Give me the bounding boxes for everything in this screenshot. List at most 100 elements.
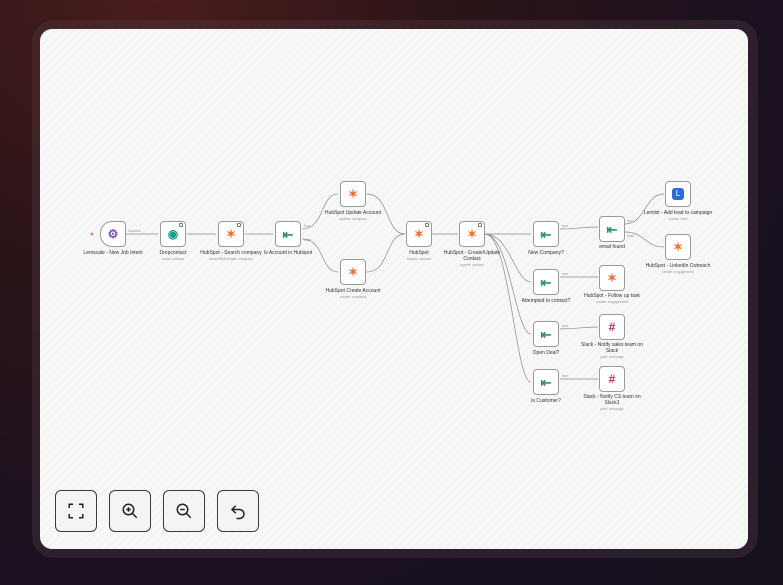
node-hubspot-update-account-title: HubSpot Update Account (324, 210, 382, 216)
node-open-deal[interactable]: ⇤ (533, 321, 559, 347)
filter-icon: ⇤ (282, 226, 294, 242)
node-slack-cs-label: Slack - Notify CS team on Slack1 post: m… (577, 394, 647, 411)
edge-label-true-6: true (562, 374, 568, 378)
edge-label-success: success (128, 229, 141, 233)
node-hubspot-upsert-contact-label: HubSpot - Create/Update Contact upsert: … (437, 250, 507, 267)
node-new-company[interactable]: ⇤ (533, 221, 559, 247)
node-hubspot-update-account-sub: update: company (339, 217, 367, 221)
node-hubspot-search[interactable]: ✶ (218, 221, 244, 247)
node-dropcontact-title: Dropcontact (159, 250, 187, 256)
node-lemlist-label: Lemlist - Add lead to campaign create: l… (643, 210, 713, 221)
hubspot-icon: ✶ (466, 227, 478, 241)
slack-icon: # (608, 372, 616, 386)
node-slack-sales-title: Slack - Notify sales team on Slack (581, 342, 643, 354)
lemscale-icon: ⚙ (107, 227, 119, 241)
edge-label-true-3: true (627, 219, 633, 223)
filter-icon: ⇤ (540, 326, 552, 342)
edge-label-true-5: true (562, 324, 568, 328)
dropcontact-icon: ◉ (167, 227, 179, 241)
zoom-out-button[interactable] (163, 490, 205, 532)
edge-label-false: false (304, 238, 311, 242)
node-open-deal-title: Open Deal? (532, 350, 560, 356)
node-settings-badge (237, 223, 241, 227)
node-hubspot-follow-up[interactable]: ✶ (599, 265, 625, 291)
node-hubspot-follow-up-label: HubSpot - Follow up task create: engagem… (577, 293, 647, 304)
node-hubspot-linkedin-sub: create: engagement (662, 270, 694, 274)
filter-icon: ⇤ (540, 226, 552, 242)
hubspot-icon: ✶ (225, 227, 237, 241)
node-attempted[interactable]: ⇤ (533, 269, 559, 295)
node-email-found-title: email found (599, 244, 625, 250)
node-lemlist-title: Lemlist - Add lead to campaign (643, 210, 713, 216)
node-open-deal-label: Open Deal? (511, 350, 581, 356)
node-attempted-label: Attempted to contact? (511, 298, 581, 304)
node-slack-sales-sub: post: message (600, 355, 624, 359)
node-hubspot-linkedin-label: HubSpot - LinkedIn Outreach create: enga… (643, 263, 713, 274)
undo-icon (230, 505, 245, 520)
node-hubspot-search-contact[interactable]: ✶ (406, 221, 432, 247)
node-lemscale[interactable]: ⚙ (100, 221, 126, 247)
node-email-found-label: email found (577, 244, 647, 250)
node-is-account[interactable]: ⇤ (275, 221, 301, 247)
filter-icon: ⇤ (606, 221, 618, 237)
zoom-out-icon (176, 503, 192, 519)
node-attempted-title: Attempted to contact? (521, 298, 571, 304)
node-hubspot-upsert-contact-title: HubSpot - Create/Update Contact (443, 250, 501, 262)
node-lemscale-title: Lemscale - New Job Intent (83, 250, 143, 256)
node-hubspot-create-account-label: HubSpot Create Account create: company (318, 288, 388, 299)
node-lemlist-sub: create: lead (668, 217, 688, 221)
node-hubspot-upsert-contact-sub: upsert: contact (460, 263, 484, 267)
fit-view-button[interactable] (55, 490, 97, 532)
node-is-customer-title: Is Customer? (531, 398, 561, 404)
node-new-company-title: New Company? (528, 250, 564, 256)
node-is-customer[interactable]: ⇤ (533, 369, 559, 395)
node-hubspot-search-contact-title: HubSpot (409, 250, 429, 256)
node-slack-sales[interactable]: # (599, 314, 625, 340)
node-hubspot-create-account[interactable]: ✶ (340, 259, 366, 285)
filter-icon: ⇤ (540, 274, 552, 290)
zoom-in-button[interactable] (109, 490, 151, 532)
node-hubspot-update-account[interactable]: ✶ (340, 181, 366, 207)
node-hubspot-follow-up-title: HubSpot - Follow up task (584, 293, 640, 299)
node-hubspot-update-account-label: HubSpot Update Account update: company (318, 210, 388, 221)
hubspot-icon: ✶ (347, 187, 359, 201)
undo-button[interactable] (217, 490, 259, 532)
fit-view-icon (68, 503, 84, 519)
node-is-account-label: Is Account in Hubspot (253, 250, 323, 256)
workflow-canvas[interactable]: success true false true true false true … (40, 29, 748, 549)
node-slack-cs-sub: post: message (600, 407, 624, 411)
hubspot-icon: ✶ (347, 265, 359, 279)
zoom-in-icon (122, 503, 138, 519)
node-hubspot-linkedin-title: HubSpot - LinkedIn Outreach (645, 263, 711, 269)
node-is-customer-label: Is Customer? (511, 398, 581, 404)
node-hubspot-create-account-sub: create: company (339, 295, 367, 299)
node-slack-cs-title: Slack - Notify CS team on Slack1 (583, 394, 641, 406)
filter-icon: ⇤ (540, 374, 552, 390)
edge-label-true-4: true (562, 272, 568, 276)
hubspot-icon: ✶ (413, 227, 425, 241)
edge-label-true-2: true (562, 224, 568, 228)
edge-label-true: true (304, 224, 310, 228)
node-lemlist[interactable]: L (665, 181, 691, 207)
node-hubspot-search-sub: searchByDomain: company (209, 257, 253, 261)
hubspot-icon: ✶ (606, 271, 618, 285)
node-settings-badge (478, 223, 482, 227)
node-is-account-title: Is Account in Hubspot (263, 250, 313, 256)
edge-label-false-2: false (627, 234, 634, 238)
node-settings-badge (425, 223, 429, 227)
node-hubspot-create-account-title: HubSpot Create Account (325, 288, 381, 294)
hubspot-icon: ✶ (672, 240, 684, 254)
node-new-company-label: New Company? (511, 250, 581, 256)
node-settings-badge (179, 223, 183, 227)
node-dropcontact[interactable]: ◉ (160, 221, 186, 247)
node-hubspot-upsert-contact[interactable]: ✶ (459, 221, 485, 247)
node-email-found[interactable]: ⇤ (599, 216, 625, 242)
connections: success true false true true false true … (90, 193, 665, 383)
slack-icon: # (608, 320, 616, 334)
node-slack-cs[interactable]: # (599, 366, 625, 392)
node-hubspot-linkedin[interactable]: ✶ (665, 234, 691, 260)
lemlist-icon: L (672, 188, 684, 200)
node-slack-sales-label: Slack - Notify sales team on Slack post:… (577, 342, 647, 359)
node-hubspot-follow-up-sub: create: engagement (596, 300, 628, 304)
trigger-marker (90, 232, 94, 236)
